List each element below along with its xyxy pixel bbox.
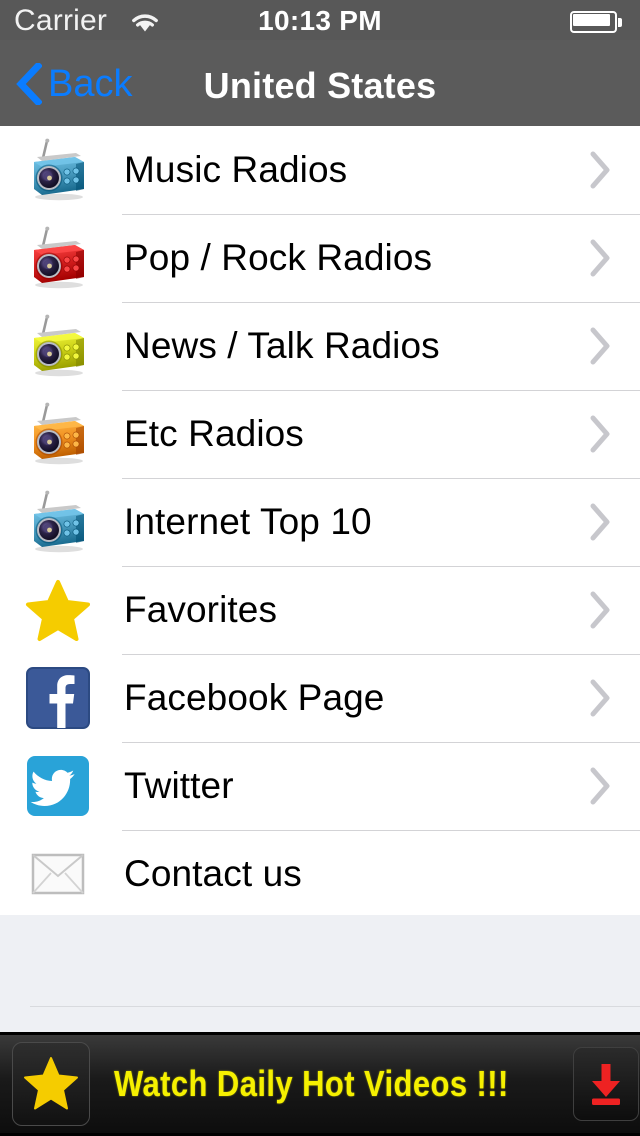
list-item-label: Pop / Rock Radios — [124, 237, 433, 278]
page-title: United States — [203, 65, 437, 106]
star-icon — [24, 1057, 78, 1110]
list-item-label: Music Radios — [124, 149, 348, 190]
battery-level — [573, 14, 610, 26]
footer-separator — [30, 1006, 640, 1007]
list-item[interactable]: Music Radios — [0, 126, 640, 214]
list-item[interactable]: Facebook Page — [0, 654, 640, 742]
chevron-right-icon — [588, 414, 612, 454]
chevron-right-icon — [588, 678, 612, 718]
list-item-label: Etc Radios — [124, 413, 304, 454]
list-item-label: Favorites — [124, 589, 278, 630]
chevron-right-icon — [588, 590, 612, 630]
list-item[interactable]: Pop / Rock Radios — [0, 214, 640, 302]
list-item-label: News / Talk Radios — [124, 325, 440, 366]
ad-star-button[interactable] — [12, 1042, 90, 1126]
list-item-label: Twitter — [124, 765, 234, 806]
battery-full-icon — [570, 11, 622, 33]
chevron-right-icon — [588, 326, 612, 366]
list-item[interactable]: Internet Top 10 — [0, 478, 640, 566]
list-item-label: Facebook Page — [124, 677, 385, 718]
status-bar: Carrier 10:13 PM — [0, 0, 640, 40]
star-icon — [24, 576, 92, 644]
ad-text: Watch Daily Hot Videos !!! — [114, 1063, 509, 1104]
list-item-label: Contact us — [124, 853, 302, 894]
radio-icon-teal — [24, 488, 92, 556]
status-time: 10:13 PM — [258, 5, 382, 36]
chevron-right-icon — [588, 150, 612, 190]
list-item-label: Internet Top 10 — [124, 501, 372, 542]
radio-icon-teal — [24, 136, 92, 204]
menu-list: Music Radios Pop / Rock Radios News / Ta… — [0, 126, 640, 918]
facebook-icon — [24, 664, 92, 732]
radio-icon-red — [24, 224, 92, 292]
twitter-icon — [24, 752, 92, 820]
radio-icon-yellow — [24, 312, 92, 380]
list-item[interactable]: News / Talk Radios — [0, 302, 640, 390]
ad-download-button[interactable] — [573, 1047, 640, 1121]
list-footer-area — [0, 915, 640, 1032]
list-item[interactable]: Favorites — [0, 566, 640, 654]
download-arrow-icon — [592, 1064, 621, 1105]
chevron-right-icon — [588, 766, 612, 806]
list-item[interactable]: Etc Radios — [0, 390, 640, 478]
list-item[interactable]: Contact us — [0, 830, 640, 918]
battery-nub — [618, 18, 622, 27]
list-item[interactable]: Twitter — [0, 742, 640, 830]
radio-icon-orange — [24, 400, 92, 468]
ad-banner[interactable]: Watch Daily Hot Videos !!! — [0, 1032, 640, 1136]
chevron-right-icon — [588, 238, 612, 278]
chevron-right-icon — [588, 502, 612, 542]
envelope-icon — [24, 840, 92, 908]
navigation-bar: Back United States — [0, 40, 640, 126]
